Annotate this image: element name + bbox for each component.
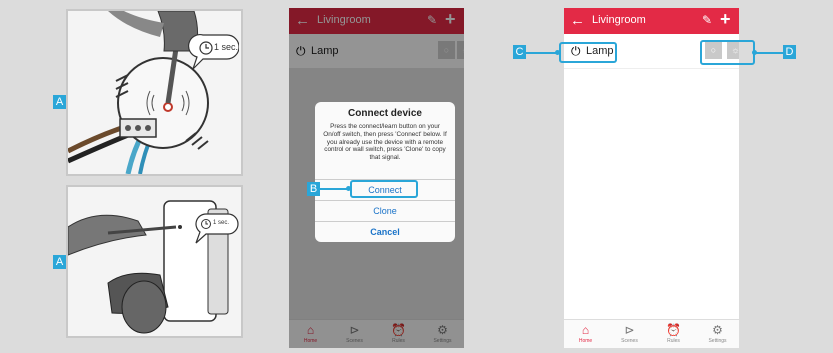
bubble-text: 1 sec. (214, 42, 239, 52)
app-header: ← Livingroom ✎ + (564, 8, 739, 34)
plus-icon[interactable]: + (720, 9, 731, 30)
pencil-icon[interactable]: ✎ (702, 13, 712, 27)
tab-home[interactable]: ⌂ Home (564, 320, 607, 348)
tab-settings[interactable]: ⚙ Settings (696, 320, 739, 348)
photo-plug-module: 1 sec. (66, 185, 243, 338)
tab-scenes[interactable]: ⊳ Scenes (608, 320, 651, 348)
label-c: C (513, 45, 526, 59)
label-a-bottom: A (53, 255, 66, 269)
play-icon: ⊳ (624, 323, 635, 337)
tab-bar: ⌂ Home ⊳ Scenes ⏰ Rules ⚙ Settings (564, 319, 739, 348)
callout-device-name (559, 42, 617, 63)
callout-dot-c (555, 50, 560, 55)
callout-dot-d (752, 50, 757, 55)
room-title: Livingroom (592, 14, 646, 26)
connect-dialog: Connect device Press the connect/learn b… (315, 102, 455, 242)
bubble-text: 1 sec. (213, 220, 230, 226)
photo-switch-module: 1 sec. (66, 9, 243, 176)
instruction-figure: { "labels": { "A1": "A", "A2": "A", "B":… (0, 0, 833, 353)
rules-icon: ⏰ (666, 323, 681, 337)
speech-bubble (195, 213, 239, 244)
gear-icon: ⚙ (712, 323, 723, 337)
tab-rules[interactable]: ⏰ Rules (652, 320, 695, 348)
label-a-top: A (53, 95, 66, 109)
clock-icon (201, 219, 211, 229)
callout-line-d (755, 52, 783, 54)
callout-connect (350, 180, 418, 198)
back-arrow-icon[interactable]: ← (570, 12, 585, 29)
clock-icon (199, 41, 213, 55)
dialog-message: Press the connect/learn button on your O… (323, 123, 447, 162)
label-b: B (307, 182, 320, 196)
plug-module-illustration (68, 187, 241, 336)
home-icon: ⌂ (581, 323, 590, 337)
label-d: D (783, 45, 796, 59)
cancel-button[interactable]: Cancel (315, 221, 455, 242)
callout-on-off-buttons (700, 40, 755, 65)
phone-connect-dialog: ← Livingroom ✎ + ⏻ Lamp ○ ☼ ⌂Home ⊳Scene… (289, 8, 464, 348)
dialog-title: Connect device (348, 108, 422, 119)
callout-dot-b (346, 186, 351, 191)
clone-button[interactable]: Clone (315, 200, 455, 222)
